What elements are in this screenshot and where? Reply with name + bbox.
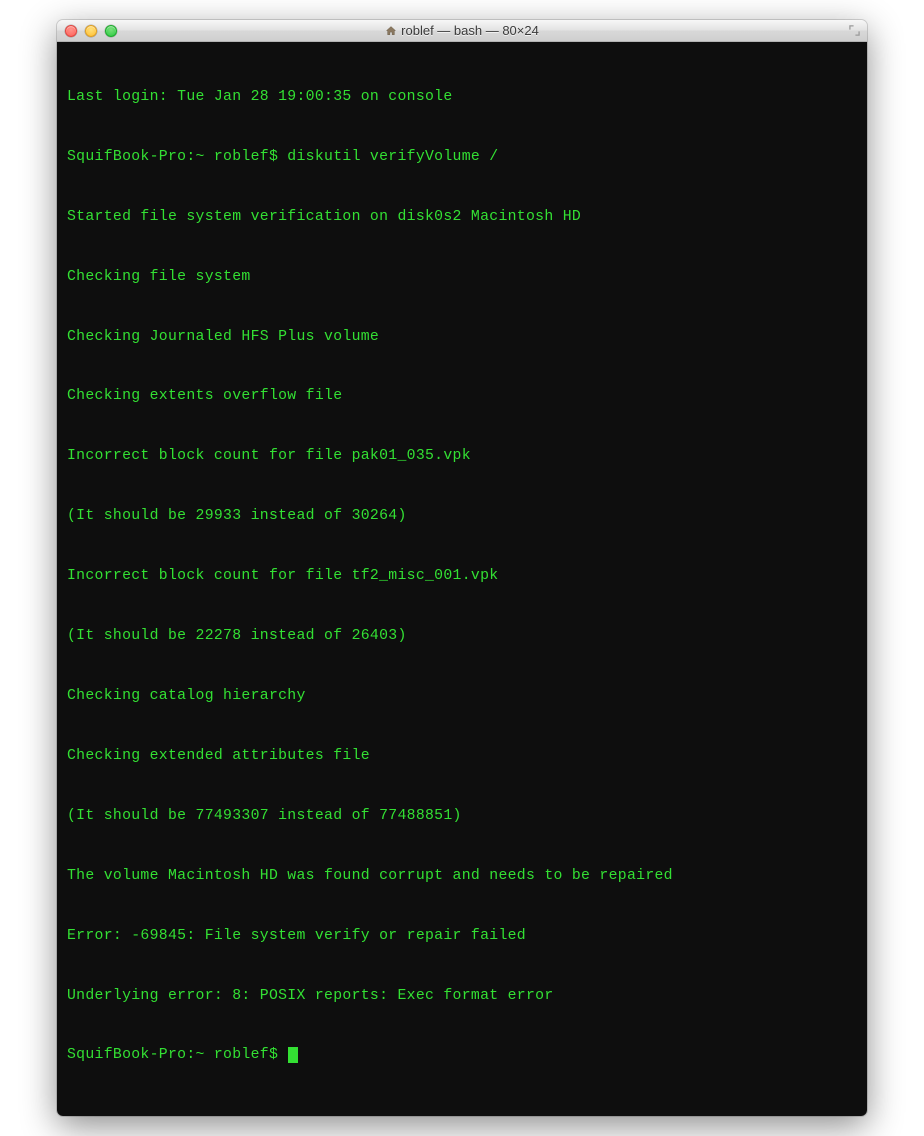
window-title-text: roblef — bash — 80×24: [401, 23, 539, 38]
terminal-line: Checking file system: [67, 268, 857, 288]
terminal-line: Last login: Tue Jan 28 19:00:35 on conso…: [67, 88, 857, 108]
window-controls: [65, 25, 117, 37]
terminal-line: Incorrect block count for file tf2_misc_…: [67, 567, 857, 587]
terminal-line: (It should be 29933 instead of 30264): [67, 507, 857, 527]
cursor: [288, 1047, 298, 1063]
titlebar[interactable]: roblef — bash — 80×24: [57, 20, 867, 42]
terminal-line: Error: -69845: File system verify or rep…: [67, 927, 857, 947]
terminal-line: Checking extents overflow file: [67, 387, 857, 407]
terminal-line: Incorrect block count for file pak01_035…: [67, 447, 857, 467]
terminal-line: Checking Journaled HFS Plus volume: [67, 328, 857, 348]
terminal-line: Started file system verification on disk…: [67, 208, 857, 228]
terminal-line: SquifBook-Pro:~ roblef$ diskutil verifyV…: [67, 148, 857, 168]
home-icon: [385, 25, 397, 37]
terminal-line: Checking extended attributes file: [67, 747, 857, 767]
expand-icon[interactable]: [847, 24, 861, 38]
zoom-button[interactable]: [105, 25, 117, 37]
terminal-prompt-line: SquifBook-Pro:~ roblef$: [67, 1046, 857, 1066]
terminal-line: (It should be 77493307 instead of 774888…: [67, 807, 857, 827]
terminal-line: The volume Macintosh HD was found corrup…: [67, 867, 857, 887]
terminal-window: roblef — bash — 80×24 Last login: Tue Ja…: [57, 20, 867, 1116]
terminal-body[interactable]: Last login: Tue Jan 28 19:00:35 on conso…: [57, 42, 867, 1116]
window-title: roblef — bash — 80×24: [65, 23, 859, 38]
terminal-prompt: SquifBook-Pro:~ roblef$: [67, 1047, 287, 1063]
terminal-line: Underlying error: 8: POSIX reports: Exec…: [67, 987, 857, 1007]
minimize-button[interactable]: [85, 25, 97, 37]
terminal-line: Checking catalog hierarchy: [67, 687, 857, 707]
terminal-line: (It should be 22278 instead of 26403): [67, 627, 857, 647]
close-button[interactable]: [65, 25, 77, 37]
